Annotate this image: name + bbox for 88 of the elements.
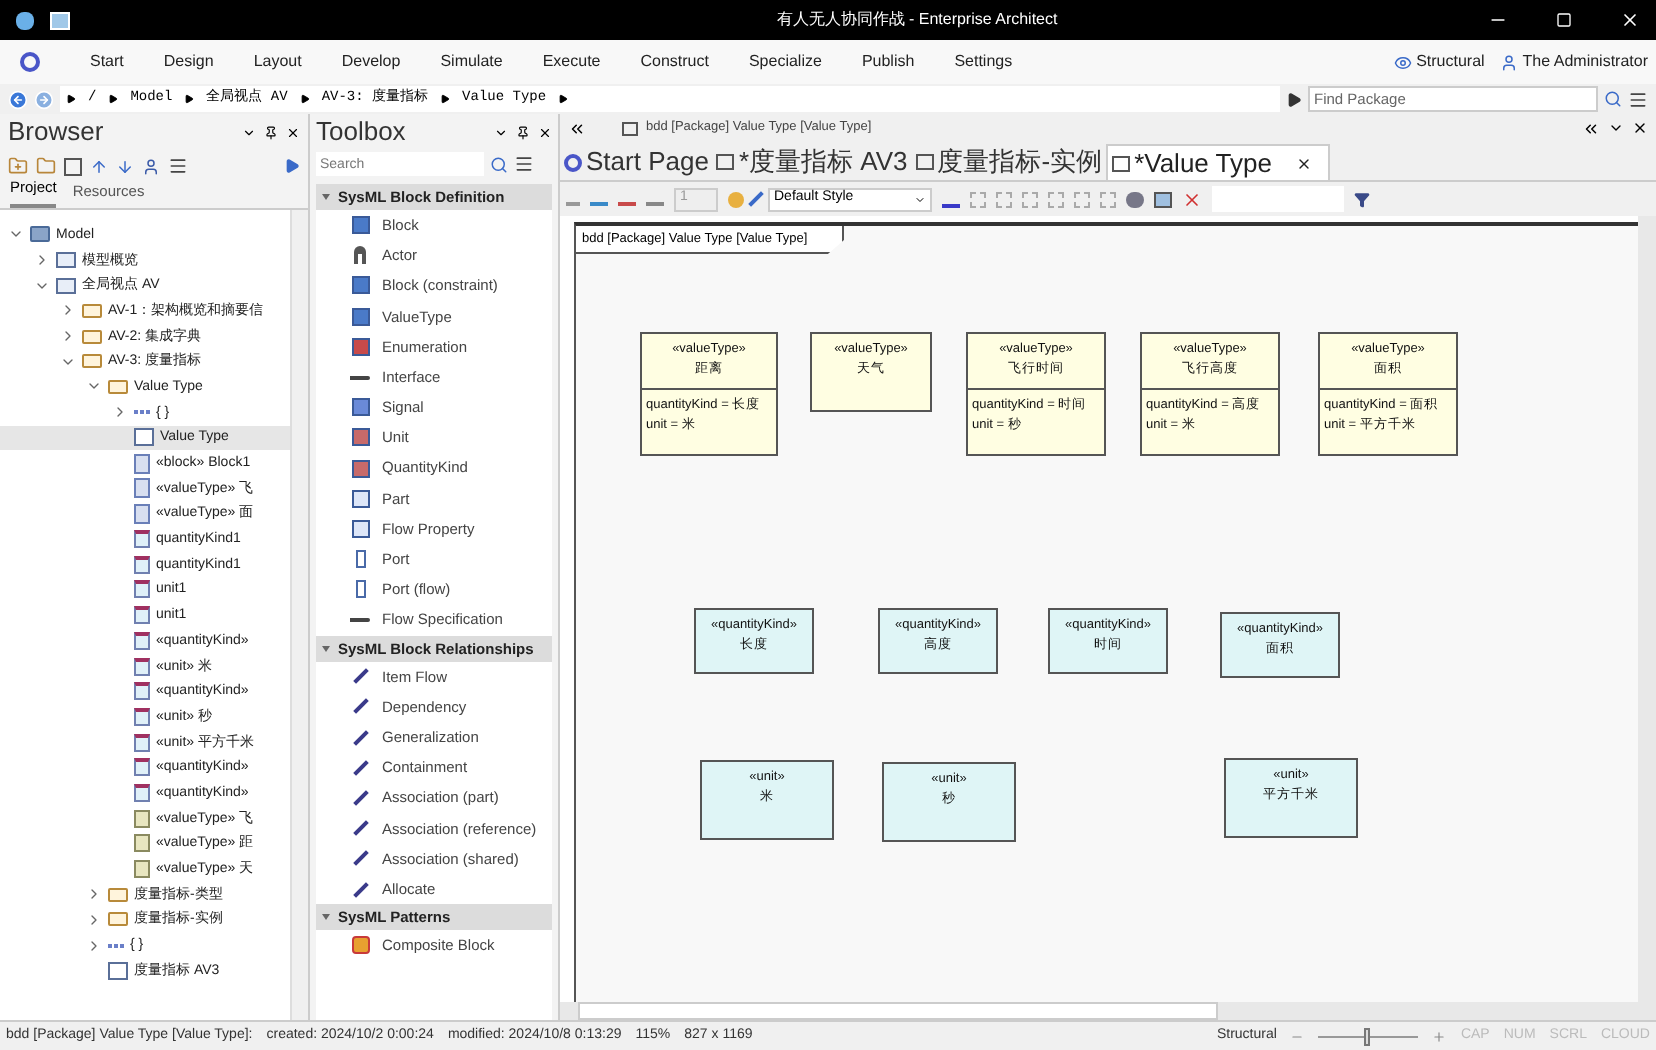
menu-item[interactable]: Execute (542, 50, 601, 74)
expand-chevron-icon[interactable] (34, 252, 50, 269)
diagram-icon (134, 428, 154, 447)
dropdown-icon (914, 193, 926, 205)
horizontal-scrollbar[interactable] (560, 1002, 1656, 1020)
separator-icon (299, 94, 310, 104)
slider-thumb[interactable] (1363, 1027, 1370, 1045)
user-icon (1500, 53, 1519, 71)
model-icon (30, 226, 50, 243)
diagram-icon (1112, 155, 1131, 171)
close-icon[interactable] (286, 125, 300, 139)
panel-title: Toolbox (316, 114, 408, 151)
dropdown-icon[interactable] (1608, 120, 1624, 136)
menu-icon[interactable] (1628, 89, 1648, 109)
back-icon[interactable] (8, 89, 28, 109)
separator-icon (558, 94, 569, 104)
expand-chevron-icon[interactable] (86, 886, 102, 903)
diagram-icon[interactable] (64, 157, 82, 175)
folder-icon[interactable] (36, 156, 56, 176)
diagram-icon (716, 154, 735, 170)
panel-title: Browser (8, 114, 106, 151)
pin-icon[interactable] (264, 125, 278, 139)
menu-item[interactable]: Specialize (748, 50, 822, 74)
block-icon (134, 503, 150, 524)
close-icon[interactable] (1632, 120, 1648, 136)
app-menu-icon[interactable] (20, 52, 40, 72)
collapse-icon[interactable] (1582, 119, 1600, 137)
separator-icon (108, 94, 119, 104)
new-package-icon[interactable] (8, 156, 28, 176)
window-title: 有人无人协同作战 - Enterprise Architect (774, 8, 1060, 32)
menu-item[interactable]: Publish (861, 50, 915, 74)
diagram-icon (622, 121, 638, 135)
user-menu[interactable]: The Administrator (1522, 50, 1648, 74)
move-down-icon[interactable] (116, 157, 134, 175)
menu-item[interactable]: Construct (640, 50, 709, 74)
dropdown-icon[interactable] (242, 125, 256, 139)
pattern-icon (351, 936, 369, 955)
delete-icon[interactable] (1182, 189, 1202, 209)
separator-icon (66, 94, 76, 104)
dots-icon (108, 943, 124, 948)
start-icon (564, 153, 582, 171)
collapse-icon[interactable] (568, 119, 586, 137)
close-icon[interactable] (538, 125, 552, 139)
filter-icon[interactable] (1354, 191, 1370, 207)
menu-item[interactable]: Develop (341, 50, 401, 74)
block-icon (134, 453, 150, 474)
dropdown-icon[interactable] (494, 125, 508, 139)
document-tab[interactable]: 度量指标-实例 (911, 144, 1107, 180)
expand-chevron-icon[interactable] (86, 911, 102, 928)
separator-icon (184, 94, 195, 104)
diagram-icon (915, 154, 934, 170)
close-icon[interactable] (1620, 10, 1640, 30)
move-up-icon[interactable] (90, 157, 108, 175)
element-icon (351, 216, 369, 235)
document-tab[interactable]: *Value Type (1106, 144, 1330, 180)
expand-chevron-icon[interactable] (86, 937, 102, 954)
menu-item[interactable]: Layout (253, 50, 302, 74)
menu-item[interactable]: Design (163, 50, 214, 74)
menu-item[interactable]: Start (90, 50, 124, 74)
project-icon (50, 11, 70, 29)
menu-item[interactable]: Settings (954, 50, 1013, 74)
expand-chevron-icon[interactable] (60, 328, 76, 345)
go-icon[interactable] (1286, 91, 1302, 107)
user-icon[interactable] (142, 157, 160, 175)
vertical-scrollbar[interactable] (1638, 216, 1656, 1002)
separator-icon (440, 94, 451, 104)
document-tab[interactable]: Start Page (560, 144, 713, 180)
perspective-menu[interactable]: Structural (1416, 50, 1485, 74)
menu-item[interactable]: Simulate (440, 50, 503, 74)
menu-icon[interactable] (514, 154, 534, 174)
pin-icon[interactable] (516, 125, 530, 139)
dots-icon (134, 410, 150, 415)
document-tab[interactable]: *度量指标 AV3 (712, 144, 912, 180)
diagram-icon (108, 961, 128, 980)
app-icon (16, 11, 34, 29)
block-icon (134, 478, 150, 499)
search-icon[interactable] (1604, 90, 1622, 108)
maximize-icon[interactable] (1556, 12, 1572, 28)
scrollbar[interactable] (290, 210, 308, 1020)
close-tab-icon[interactable] (1295, 155, 1312, 171)
expand-chevron-icon[interactable] (60, 302, 76, 319)
image-icon[interactable] (1154, 191, 1172, 207)
eye-icon (1394, 53, 1413, 71)
search-icon[interactable] (490, 155, 508, 173)
menu-icon[interactable] (168, 156, 188, 176)
expand-icon[interactable] (284, 158, 300, 174)
pen-icon[interactable] (748, 191, 764, 207)
expand-chevron-icon[interactable] (112, 404, 128, 421)
